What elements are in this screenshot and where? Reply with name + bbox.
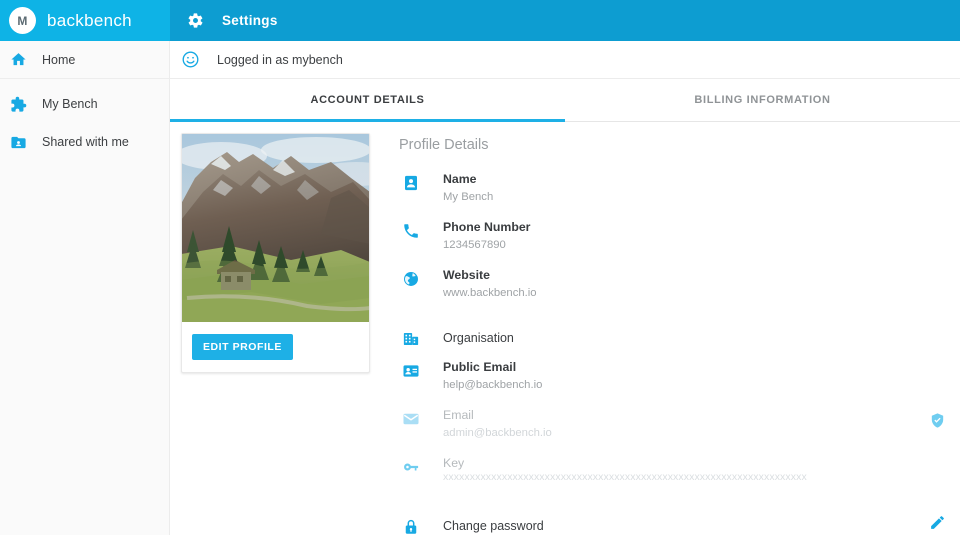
- globe-icon: [399, 268, 423, 288]
- building-icon: [399, 328, 423, 348]
- detail-row-key[interactable]: Key xxxxxxxxxxxxxxxxxxxxxxxxxxxxxxxxxxxx…: [399, 456, 960, 504]
- envelope-icon: [399, 408, 423, 428]
- phone-icon: [399, 220, 423, 240]
- tab-bar: ACCOUNT DETAILS BILLING INFORMATION: [170, 79, 960, 122]
- sidebar-item-my-bench[interactable]: My Bench: [0, 85, 169, 123]
- tab-content: EDIT PROFILE Profile Details Name My Ben…: [170, 122, 960, 535]
- key-icon: [399, 456, 423, 476]
- detail-label: Public Email: [443, 360, 517, 374]
- home-icon: [10, 51, 27, 68]
- detail-row-website[interactable]: Website www.backbench.io: [399, 268, 960, 316]
- sidebar-item-label: Home: [42, 52, 76, 67]
- puzzle-icon: [10, 96, 27, 113]
- sidebar-item-shared-with-me[interactable]: Shared with me: [0, 123, 169, 161]
- edit-profile-button[interactable]: EDIT PROFILE: [192, 334, 293, 360]
- detail-row-text: Name My Bench: [423, 172, 493, 205]
- detail-row-change-password[interactable]: Change password: [399, 504, 960, 535]
- detail-row-text: Website www.backbench.io: [423, 268, 537, 301]
- profile-details: Profile Details Name My Bench Phone Numb…: [370, 133, 960, 535]
- detail-row-text: Change password: [423, 519, 544, 534]
- settings-page: M backbench Settings Home My Bench Share…: [0, 0, 960, 535]
- top-bar: M backbench Settings: [0, 0, 960, 41]
- avatar: M: [9, 7, 36, 34]
- id-card-icon: [399, 360, 423, 380]
- title-bar: Settings: [170, 0, 960, 41]
- contact-card-icon: [399, 172, 423, 192]
- detail-label: Email: [443, 408, 474, 422]
- detail-label: Key: [443, 456, 465, 470]
- detail-value: My Bench: [443, 191, 494, 203]
- tab-account-details[interactable]: ACCOUNT DETAILS: [170, 79, 565, 122]
- detail-row-phone-number[interactable]: Phone Number 1234567890: [399, 220, 960, 268]
- shared-folder-icon: [10, 134, 27, 151]
- profile-card-footer: EDIT PROFILE: [182, 322, 369, 372]
- detail-value: help@backbench.io: [443, 379, 543, 391]
- sidebar-item-label: Shared with me: [42, 135, 129, 149]
- detail-value: xxxxxxxxxxxxxxxxxxxxxxxxxxxxxxxxxxxxxxxx…: [443, 471, 807, 483]
- detail-label: Organisation: [443, 330, 514, 345]
- detail-value: www.backbench.io: [443, 287, 537, 299]
- edit-pencil-icon[interactable]: [929, 514, 946, 535]
- tab-billing-information[interactable]: BILLING INFORMATION: [565, 79, 960, 121]
- profile-card: EDIT PROFILE: [181, 133, 370, 373]
- logged-in-text: Logged in as mybench: [217, 52, 343, 67]
- page-title: Settings: [222, 13, 278, 28]
- sidebar-item-label: My Bench: [42, 97, 98, 111]
- main-panel: Logged in as mybench ACCOUNT DETAILS BIL…: [170, 41, 960, 535]
- detail-row-text: Phone Number 1234567890: [423, 220, 530, 253]
- sidebar: Home My Bench Shared with me: [0, 41, 170, 535]
- sidebar-item-home[interactable]: Home: [0, 41, 169, 79]
- brand-name: backbench: [47, 10, 132, 30]
- verified-shield-icon[interactable]: [929, 412, 946, 434]
- profile-details-heading: Profile Details: [399, 137, 489, 153]
- profile-photo[interactable]: [182, 134, 369, 322]
- detail-label: Phone Number: [443, 220, 531, 234]
- lock-icon: [399, 516, 423, 535]
- detail-label: Change password: [443, 518, 544, 533]
- detail-label: Website: [443, 268, 490, 282]
- detail-row-text: Public Email help@backbench.io: [423, 360, 542, 393]
- detail-row-text: Organisation: [423, 331, 514, 346]
- gear-icon[interactable]: [187, 12, 204, 29]
- detail-value: 1234567890: [443, 239, 506, 251]
- detail-value: admin@backbench.io: [443, 427, 552, 439]
- detail-row-text: Key xxxxxxxxxxxxxxxxxxxxxxxxxxxxxxxxxxxx…: [423, 456, 807, 483]
- detail-row-text: Email admin@backbench.io: [423, 408, 552, 441]
- logged-in-bar: Logged in as mybench: [170, 41, 960, 79]
- smiley-icon: [181, 50, 200, 69]
- detail-label: Name: [443, 172, 477, 186]
- page-body: Home My Bench Shared with me Logged in a…: [0, 41, 960, 535]
- detail-row-organisation[interactable]: Organisation: [399, 316, 960, 360]
- brand-area[interactable]: M backbench: [0, 0, 170, 41]
- detail-row-name[interactable]: Name My Bench: [399, 172, 960, 220]
- detail-row-public-email[interactable]: Public Email help@backbench.io: [399, 360, 960, 408]
- detail-row-email[interactable]: Email admin@backbench.io: [399, 408, 960, 456]
